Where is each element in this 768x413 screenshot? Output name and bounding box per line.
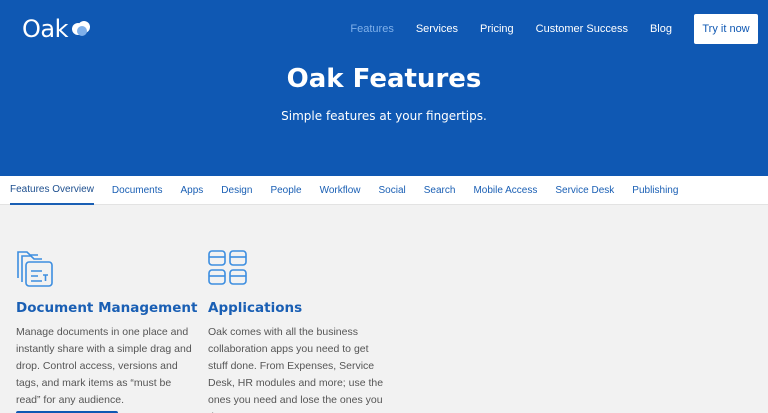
nav-customer-success[interactable]: Customer Success	[536, 23, 628, 35]
tab-social[interactable]: Social	[379, 176, 406, 205]
logo-text: Oak	[22, 15, 69, 43]
hero-banner: Oak Features Services Pricing Customer S…	[0, 0, 768, 176]
tab-publishing[interactable]: Publishing	[632, 176, 678, 205]
page-title: Oak Features	[286, 64, 482, 94]
tab-mobile-access[interactable]: Mobile Access	[473, 176, 537, 205]
tab-search[interactable]: Search	[424, 176, 456, 205]
tab-features-overview[interactable]: Features Overview	[10, 176, 94, 205]
feature-tabs: Features Overview Documents Apps Design …	[0, 176, 768, 205]
top-nav: Features Services Pricing Customer Succe…	[350, 0, 768, 58]
nav-features[interactable]: Features	[350, 23, 393, 35]
tab-design[interactable]: Design	[221, 176, 252, 205]
try-it-now-button[interactable]: Try it now	[694, 14, 758, 44]
apps-grid-icon	[208, 250, 247, 285]
tab-apps[interactable]: Apps	[181, 176, 204, 205]
oak-logo[interactable]: Oak	[22, 14, 92, 44]
tab-workflow[interactable]: Workflow	[320, 176, 361, 205]
card-description: Manage documents in one place and instan…	[16, 326, 192, 406]
tab-service-desk[interactable]: Service Desk	[555, 176, 614, 205]
nav-pricing[interactable]: Pricing	[480, 23, 514, 35]
tab-documents[interactable]: Documents	[112, 176, 163, 205]
documents-icon	[17, 251, 53, 287]
card-title: Applications	[208, 300, 303, 316]
nav-blog[interactable]: Blog	[650, 23, 672, 35]
tab-people[interactable]: People	[270, 176, 301, 205]
page-subtitle: Simple features at your fingertips.	[281, 109, 487, 123]
card-title: Document Management	[16, 300, 198, 316]
logo-cloud-icon	[72, 21, 90, 36]
card-description: Oak comes with all the business collabor…	[208, 326, 384, 413]
nav-services[interactable]: Services	[416, 23, 458, 35]
